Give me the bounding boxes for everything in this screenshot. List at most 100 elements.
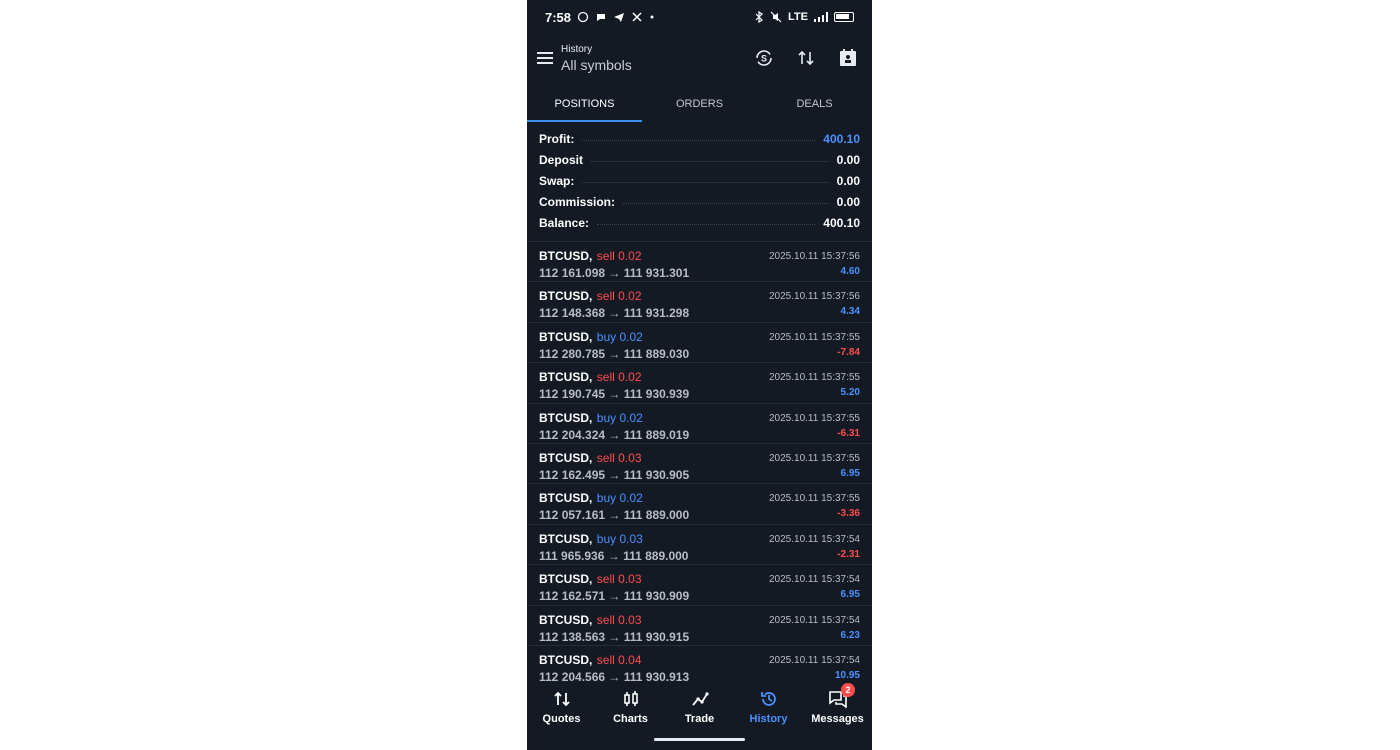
- deal-symbol: BTCUSD,: [539, 249, 593, 263]
- list-item[interactable]: BTCUSD, sell 0.04 112 204.566 → 111 930.9…: [527, 644, 872, 685]
- deal-side: sell 0.03: [596, 572, 642, 587]
- deal-symbol: BTCUSD,: [539, 329, 593, 344]
- history-tabs: POSITIONS ORDERS DEALS: [527, 86, 872, 122]
- summary-row: Profit: 400.10: [539, 128, 860, 149]
- deal-profit: 10.95: [834, 669, 860, 681]
- trade-icon: [689, 688, 711, 710]
- tab-orders[interactable]: ORDERS: [642, 86, 757, 122]
- deal-symbol: BTCUSD,: [539, 450, 593, 465]
- list-item[interactable]: BTCUSD, sell 0.03 112 138.563 → 111 930.9…: [527, 604, 872, 645]
- history-icon: [758, 688, 780, 710]
- nav-quotes[interactable]: Quotes: [527, 682, 596, 750]
- battery-icon: [834, 12, 854, 22]
- deal-prices: 112 162.495 → 111 930.905: [539, 467, 690, 482]
- deal-profit: 6.95: [840, 467, 860, 479]
- deal-profit: -3.36: [837, 508, 860, 520]
- list-item[interactable]: BTCUSD, sell 0.02 112 161.098 → 111 931.3…: [527, 241, 872, 281]
- summary-row: Balance: 400.10: [539, 212, 860, 233]
- deal-time: 2025.10.11 15:37:55: [768, 331, 860, 343]
- sort-button[interactable]: [794, 46, 818, 70]
- list-item[interactable]: BTCUSD, sell 0.03 112 162.571 → 111 930.9…: [527, 564, 872, 604]
- summary-label: Commission:: [539, 194, 616, 209]
- system-icons: LTE: [754, 11, 854, 23]
- mute-icon: [770, 11, 782, 23]
- deal-side: sell 0.02: [596, 289, 642, 304]
- currency-convert-button[interactable]: S: [752, 46, 776, 70]
- deal-profit: 6.95: [840, 589, 860, 601]
- deal-time: 2025.10.11 15:37:56: [768, 291, 860, 303]
- deal-time: 2025.10.11 15:37:54: [768, 533, 860, 545]
- dotted-leader: [582, 182, 829, 183]
- bluetooth-icon: [755, 11, 763, 23]
- deal-prices: 112 190.745 → 111 930.939: [539, 387, 690, 402]
- deal-profit: 4.34: [840, 306, 860, 318]
- app-header: History All symbols S: [527, 34, 872, 82]
- chat-icon: [597, 14, 606, 21]
- deal-time: 2025.10.11 15:37:55: [768, 493, 860, 505]
- deal-side: buy 0.02: [596, 491, 643, 506]
- summary-label: Balance:: [539, 215, 590, 230]
- deal-prices: 112 057.161 → 111 889.000: [539, 508, 690, 523]
- header-actions: S: [752, 46, 860, 70]
- deal-symbol: BTCUSD,: [539, 410, 593, 425]
- summary-row: Deposit 0.00: [539, 149, 860, 170]
- deal-time: 2025.10.11 15:37:55: [768, 372, 860, 384]
- list-item[interactable]: BTCUSD, buy 0.03 111 965.936 → 111 889.00…: [527, 523, 872, 564]
- deal-time: 2025.10.11 15:37:54: [768, 614, 860, 626]
- deal-time: 2025.10.11 15:37:55: [768, 412, 860, 424]
- deal-side: buy 0.02: [596, 329, 643, 344]
- deal-prices: 112 161.098 → 111 931.301: [539, 266, 690, 280]
- summary-value: 400.10: [823, 215, 860, 230]
- deal-profit: 4.60: [840, 266, 860, 277]
- messages-badge: 2: [841, 683, 855, 697]
- hamburger-menu-icon[interactable]: [537, 48, 553, 68]
- symbol-filter[interactable]: All symbols: [561, 57, 632, 73]
- deal-profit: -2.31: [837, 548, 860, 560]
- list-item[interactable]: BTCUSD, buy 0.02 112 280.785 → 111 889.03…: [527, 321, 872, 362]
- charts-icon: [620, 688, 642, 710]
- list-item[interactable]: BTCUSD, sell 0.02 112 148.368 → 111 931.2…: [527, 281, 872, 321]
- summary-label: Deposit: [539, 152, 584, 167]
- nav-label: History: [749, 713, 788, 725]
- tab-deals[interactable]: DEALS: [757, 86, 872, 122]
- deal-symbol: BTCUSD,: [539, 531, 593, 546]
- list-item[interactable]: BTCUSD, sell 0.03 112 162.495 → 111 930.9…: [527, 442, 872, 483]
- home-indicator[interactable]: [654, 738, 745, 741]
- list-item[interactable]: BTCUSD, sell 0.02 112 190.745 → 111 930.9…: [527, 362, 872, 402]
- dotted-leader: [623, 203, 829, 204]
- deal-side: sell 0.02: [596, 370, 642, 385]
- dot-icon: [650, 15, 654, 19]
- deal-symbol: BTCUSD,: [539, 289, 593, 304]
- dotted-leader: [597, 224, 816, 225]
- nav-label: Quotes: [542, 713, 581, 725]
- deal-symbol: BTCUSD,: [539, 370, 593, 385]
- calendar-button[interactable]: [836, 46, 860, 70]
- deal-side: buy 0.02: [596, 410, 643, 425]
- deal-side: buy 0.03: [596, 531, 643, 546]
- summary-value: 0.00: [836, 152, 860, 167]
- network-label: LTE: [788, 11, 808, 23]
- notification-icons: [577, 11, 655, 23]
- deal-prices: 112 148.368 → 111 931.298: [539, 306, 690, 321]
- summary-label: Swap:: [539, 173, 575, 188]
- deal-symbol: BTCUSD,: [539, 572, 593, 587]
- deal-symbol: BTCUSD,: [539, 612, 593, 627]
- dotted-leader: [582, 140, 816, 141]
- x-icon: [632, 12, 642, 22]
- account-summary: Profit: 400.10 Deposit 0.00 Swap: 0.00 Commiss…: [527, 128, 872, 233]
- telegram-icon: [614, 13, 625, 22]
- currency-refresh-icon: S: [756, 50, 772, 66]
- deal-symbol: BTCUSD,: [539, 491, 593, 506]
- nav-messages[interactable]: 2 Messages: [803, 682, 872, 750]
- nav-label: Charts: [613, 713, 648, 725]
- deal-prices: 111 965.936 → 111 889.000: [539, 548, 689, 563]
- calendar-icon: [840, 49, 856, 66]
- deal-profit: 6.23: [840, 629, 860, 641]
- deal-side: sell 0.03: [596, 450, 642, 465]
- deal-time: 2025.10.11 15:37:54: [768, 574, 860, 586]
- nav-label: Trade: [684, 713, 715, 725]
- tab-positions[interactable]: POSITIONS: [527, 86, 642, 122]
- deal-profit: 5.20: [840, 387, 860, 399]
- list-item[interactable]: BTCUSD, buy 0.02 112 204.324 → 111 889.01…: [527, 402, 872, 443]
- list-item[interactable]: BTCUSD, buy 0.02 112 057.161 → 111 889.00…: [527, 483, 872, 523]
